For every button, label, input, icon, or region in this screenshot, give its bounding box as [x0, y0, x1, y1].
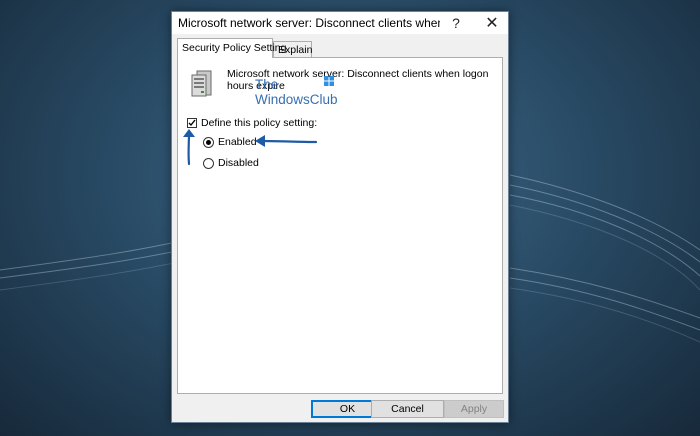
dialog-title: Microsoft network server: Disconnect cli… — [178, 16, 440, 30]
disabled-option[interactable]: Disabled — [203, 157, 259, 169]
close-button[interactable]: ✕ — [476, 12, 508, 34]
annotation-arrow-left-icon — [255, 135, 318, 147]
enabled-radio[interactable] — [203, 136, 214, 148]
dialog-button-bar: OK Cancel Apply — [172, 398, 508, 420]
cancel-button[interactable]: Cancel — [371, 400, 444, 418]
enabled-option[interactable]: Enabled — [203, 136, 257, 148]
title-bar[interactable]: Microsoft network server: Disconnect cli… — [172, 12, 508, 34]
apply-button[interactable]: Apply — [444, 400, 504, 418]
server-icon — [191, 70, 212, 97]
tab-panel: Microsoft network server: Disconnect cli… — [177, 57, 503, 394]
define-setting-checkbox[interactable] — [187, 118, 197, 128]
tab-security-policy-setting[interactable]: Security Policy Setting — [177, 38, 286, 58]
help-button[interactable]: ? — [440, 12, 472, 34]
policy-properties-dialog: Microsoft network server: Disconnect cli… — [171, 11, 509, 423]
windows-logo-icon — [324, 76, 334, 86]
watermark-line2: WindowsClub — [255, 92, 338, 107]
define-setting-label: Define this policy setting: — [201, 117, 318, 129]
checkmark-icon — [188, 119, 196, 127]
annotation-arrow-up-icon — [183, 129, 195, 166]
define-setting-row[interactable]: Define this policy setting: — [187, 117, 317, 129]
disabled-radio[interactable] — [203, 157, 214, 169]
disabled-label: Disabled — [218, 157, 259, 169]
radio-selected-dot — [206, 139, 211, 145]
enabled-label: Enabled — [218, 136, 257, 148]
